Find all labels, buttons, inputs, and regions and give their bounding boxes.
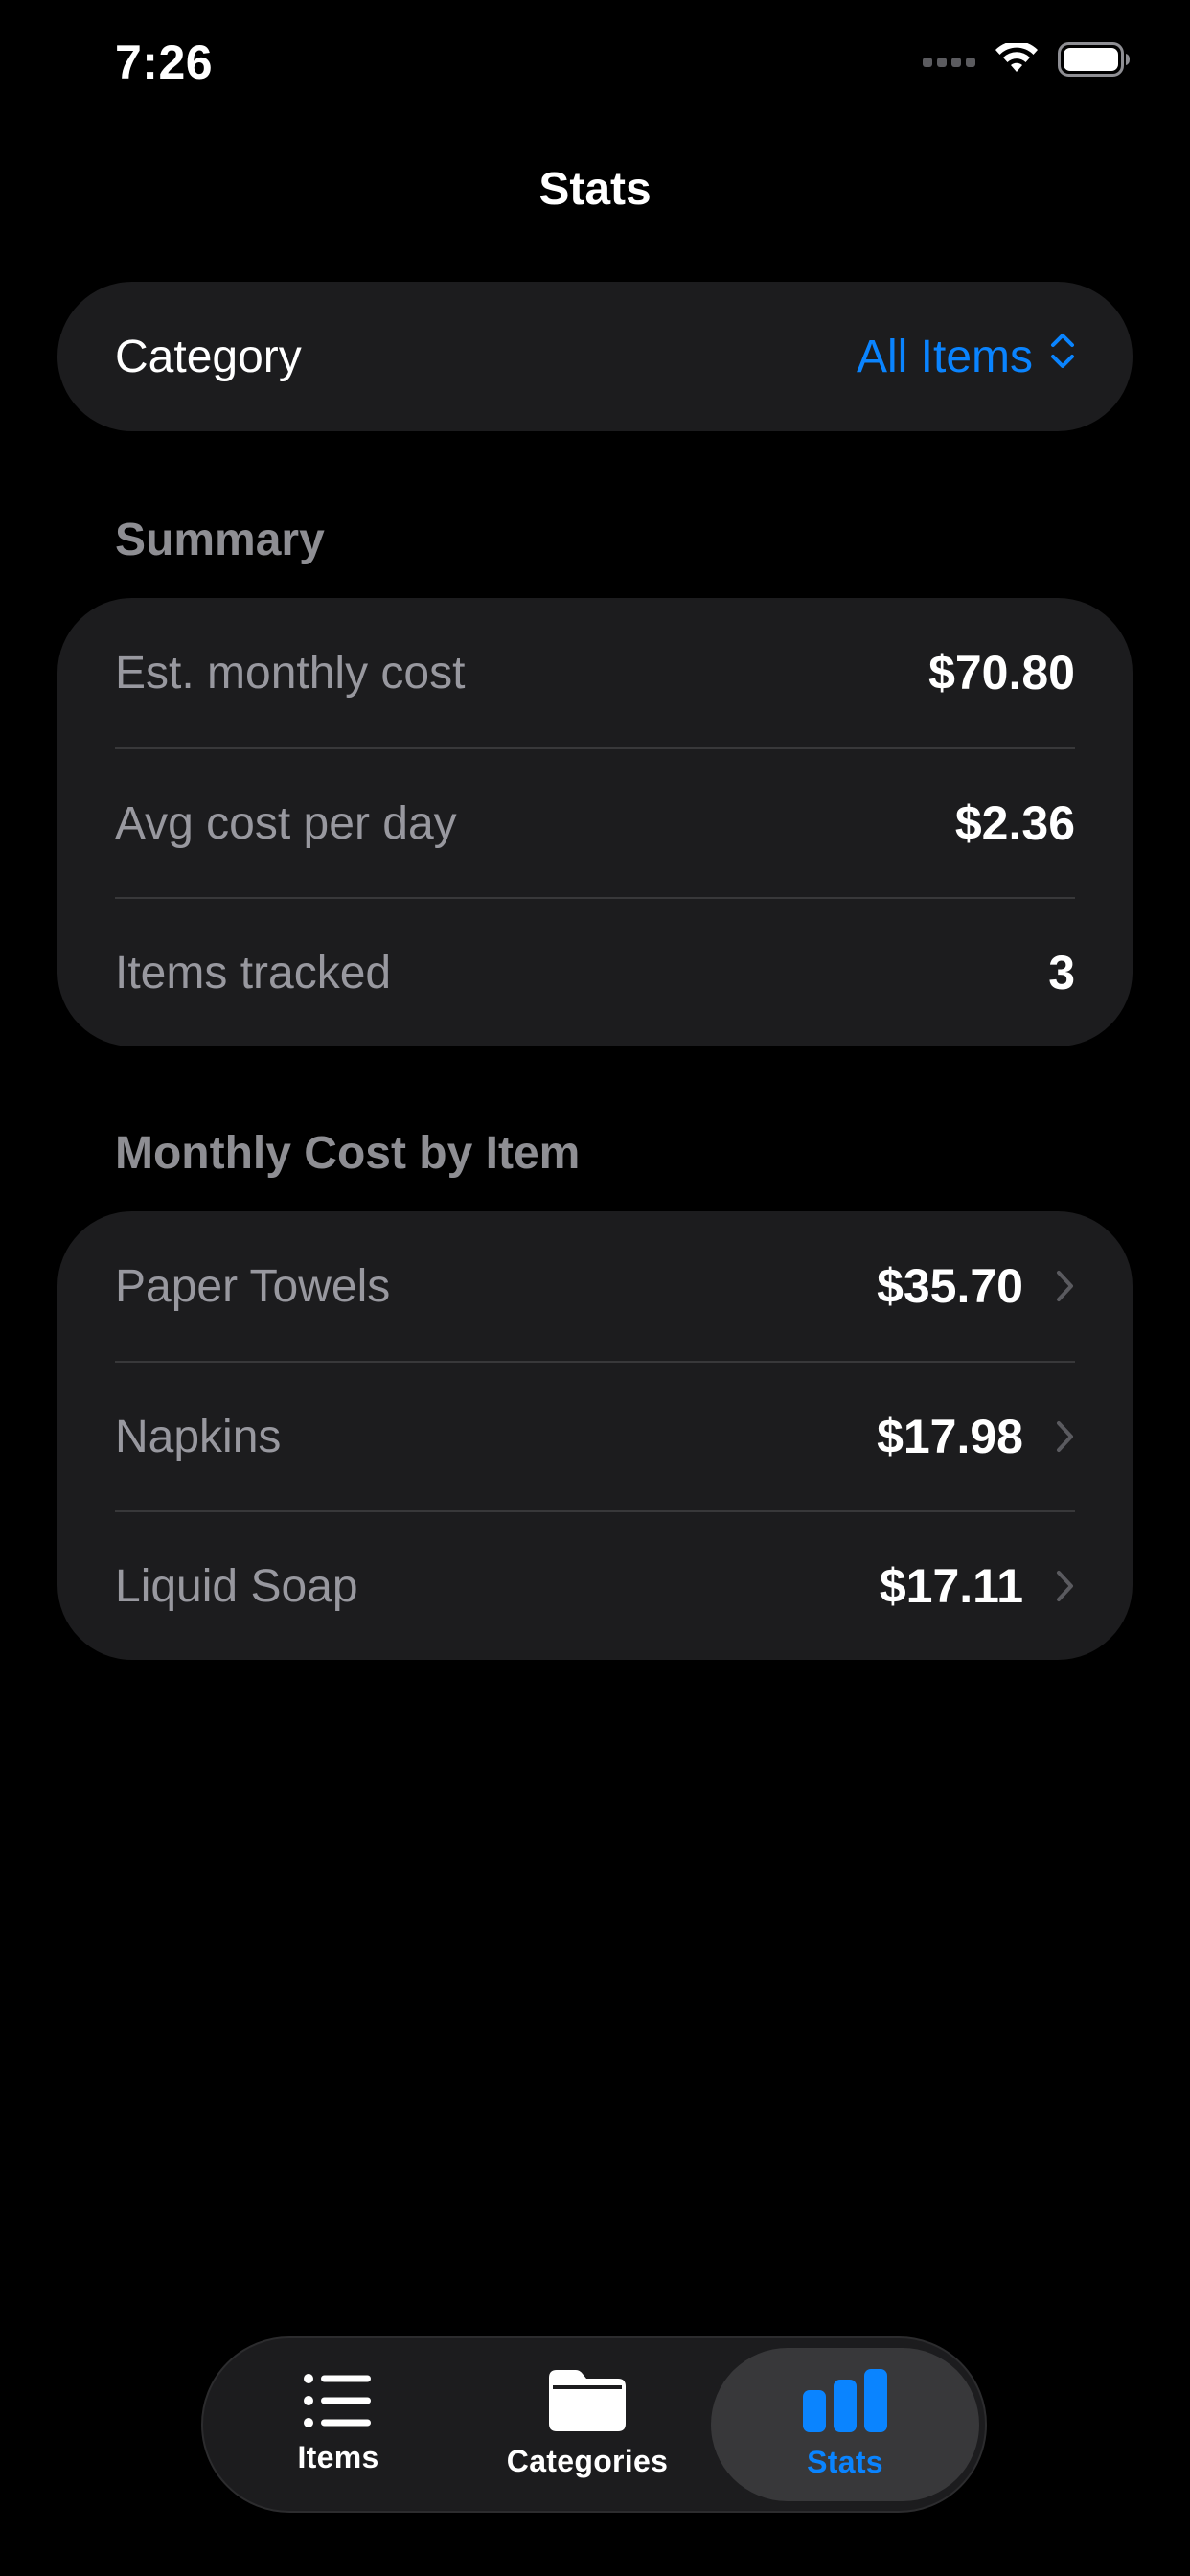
row-right: $17.11 xyxy=(880,1558,1075,1614)
summary-card: Est. monthly cost $70.80 Avg cost per da… xyxy=(57,598,1133,1046)
tab-bar: Items Categories Stats xyxy=(201,2336,987,2513)
category-picker-row[interactable]: Category All Items xyxy=(57,282,1133,431)
row-right: $35.70 xyxy=(877,1258,1075,1314)
tab-label: Stats xyxy=(807,2445,883,2479)
summary-row-items-tracked: Items tracked 3 xyxy=(115,897,1075,1046)
tab-label: Items xyxy=(297,2440,379,2474)
item-row-liquid-soap[interactable]: Liquid Soap $17.11 xyxy=(115,1510,1075,1660)
monthly-cost-card: Paper Towels $35.70 Napkins $17.98 Liqui… xyxy=(57,1211,1133,1660)
wifi-icon xyxy=(995,40,1039,80)
summary-row-avg-cost: Avg cost per day $2.36 xyxy=(115,748,1075,897)
row-value: $2.36 xyxy=(954,796,1075,850)
tab-categories[interactable]: Categories xyxy=(462,2348,713,2501)
row-value: 3 xyxy=(1048,946,1075,1000)
cellular-signal-icon xyxy=(923,57,975,67)
row-label: Napkins xyxy=(115,1411,282,1462)
list-icon xyxy=(304,2374,373,2432)
folder-icon xyxy=(549,2370,626,2436)
row-label: Avg cost per day xyxy=(115,797,457,849)
row-right: $17.98 xyxy=(877,1409,1075,1464)
summary-section-header: Summary xyxy=(115,515,325,565)
bar-chart-icon xyxy=(803,2369,887,2437)
battery-icon xyxy=(1058,42,1131,81)
summary-row-monthly-cost: Est. monthly cost $70.80 xyxy=(115,598,1075,748)
tab-label: Categories xyxy=(506,2444,669,2478)
row-value: $35.70 xyxy=(877,1259,1023,1313)
tab-stats[interactable]: Stats xyxy=(711,2348,979,2501)
page-title: Stats xyxy=(538,164,652,215)
item-row-paper-towels[interactable]: Paper Towels $35.70 xyxy=(115,1211,1075,1361)
chevron-right-icon xyxy=(1056,1569,1075,1603)
row-label: Est. monthly cost xyxy=(115,647,466,699)
category-picker[interactable]: All Items xyxy=(857,330,1075,383)
chevron-right-icon xyxy=(1056,1419,1075,1454)
category-selected-value: All Items xyxy=(856,331,1033,382)
row-value: $17.11 xyxy=(879,1559,1023,1613)
item-row-napkins[interactable]: Napkins $17.98 xyxy=(115,1361,1075,1510)
status-indicators xyxy=(923,40,1131,81)
tab-items[interactable]: Items xyxy=(213,2348,464,2501)
row-label: Paper Towels xyxy=(115,1260,391,1312)
category-label: Category xyxy=(115,331,302,382)
row-label: Items tracked xyxy=(115,947,392,999)
chevron-up-down-icon xyxy=(1050,330,1075,383)
row-value: $70.80 xyxy=(928,646,1075,700)
status-time: 7:26 xyxy=(115,35,214,89)
status-bar: 7:26 xyxy=(0,0,1190,125)
row-label: Liquid Soap xyxy=(115,1560,358,1612)
row-value: $17.98 xyxy=(877,1410,1023,1463)
chevron-right-icon xyxy=(1056,1269,1075,1303)
monthly-cost-section-header: Monthly Cost by Item xyxy=(115,1128,581,1179)
